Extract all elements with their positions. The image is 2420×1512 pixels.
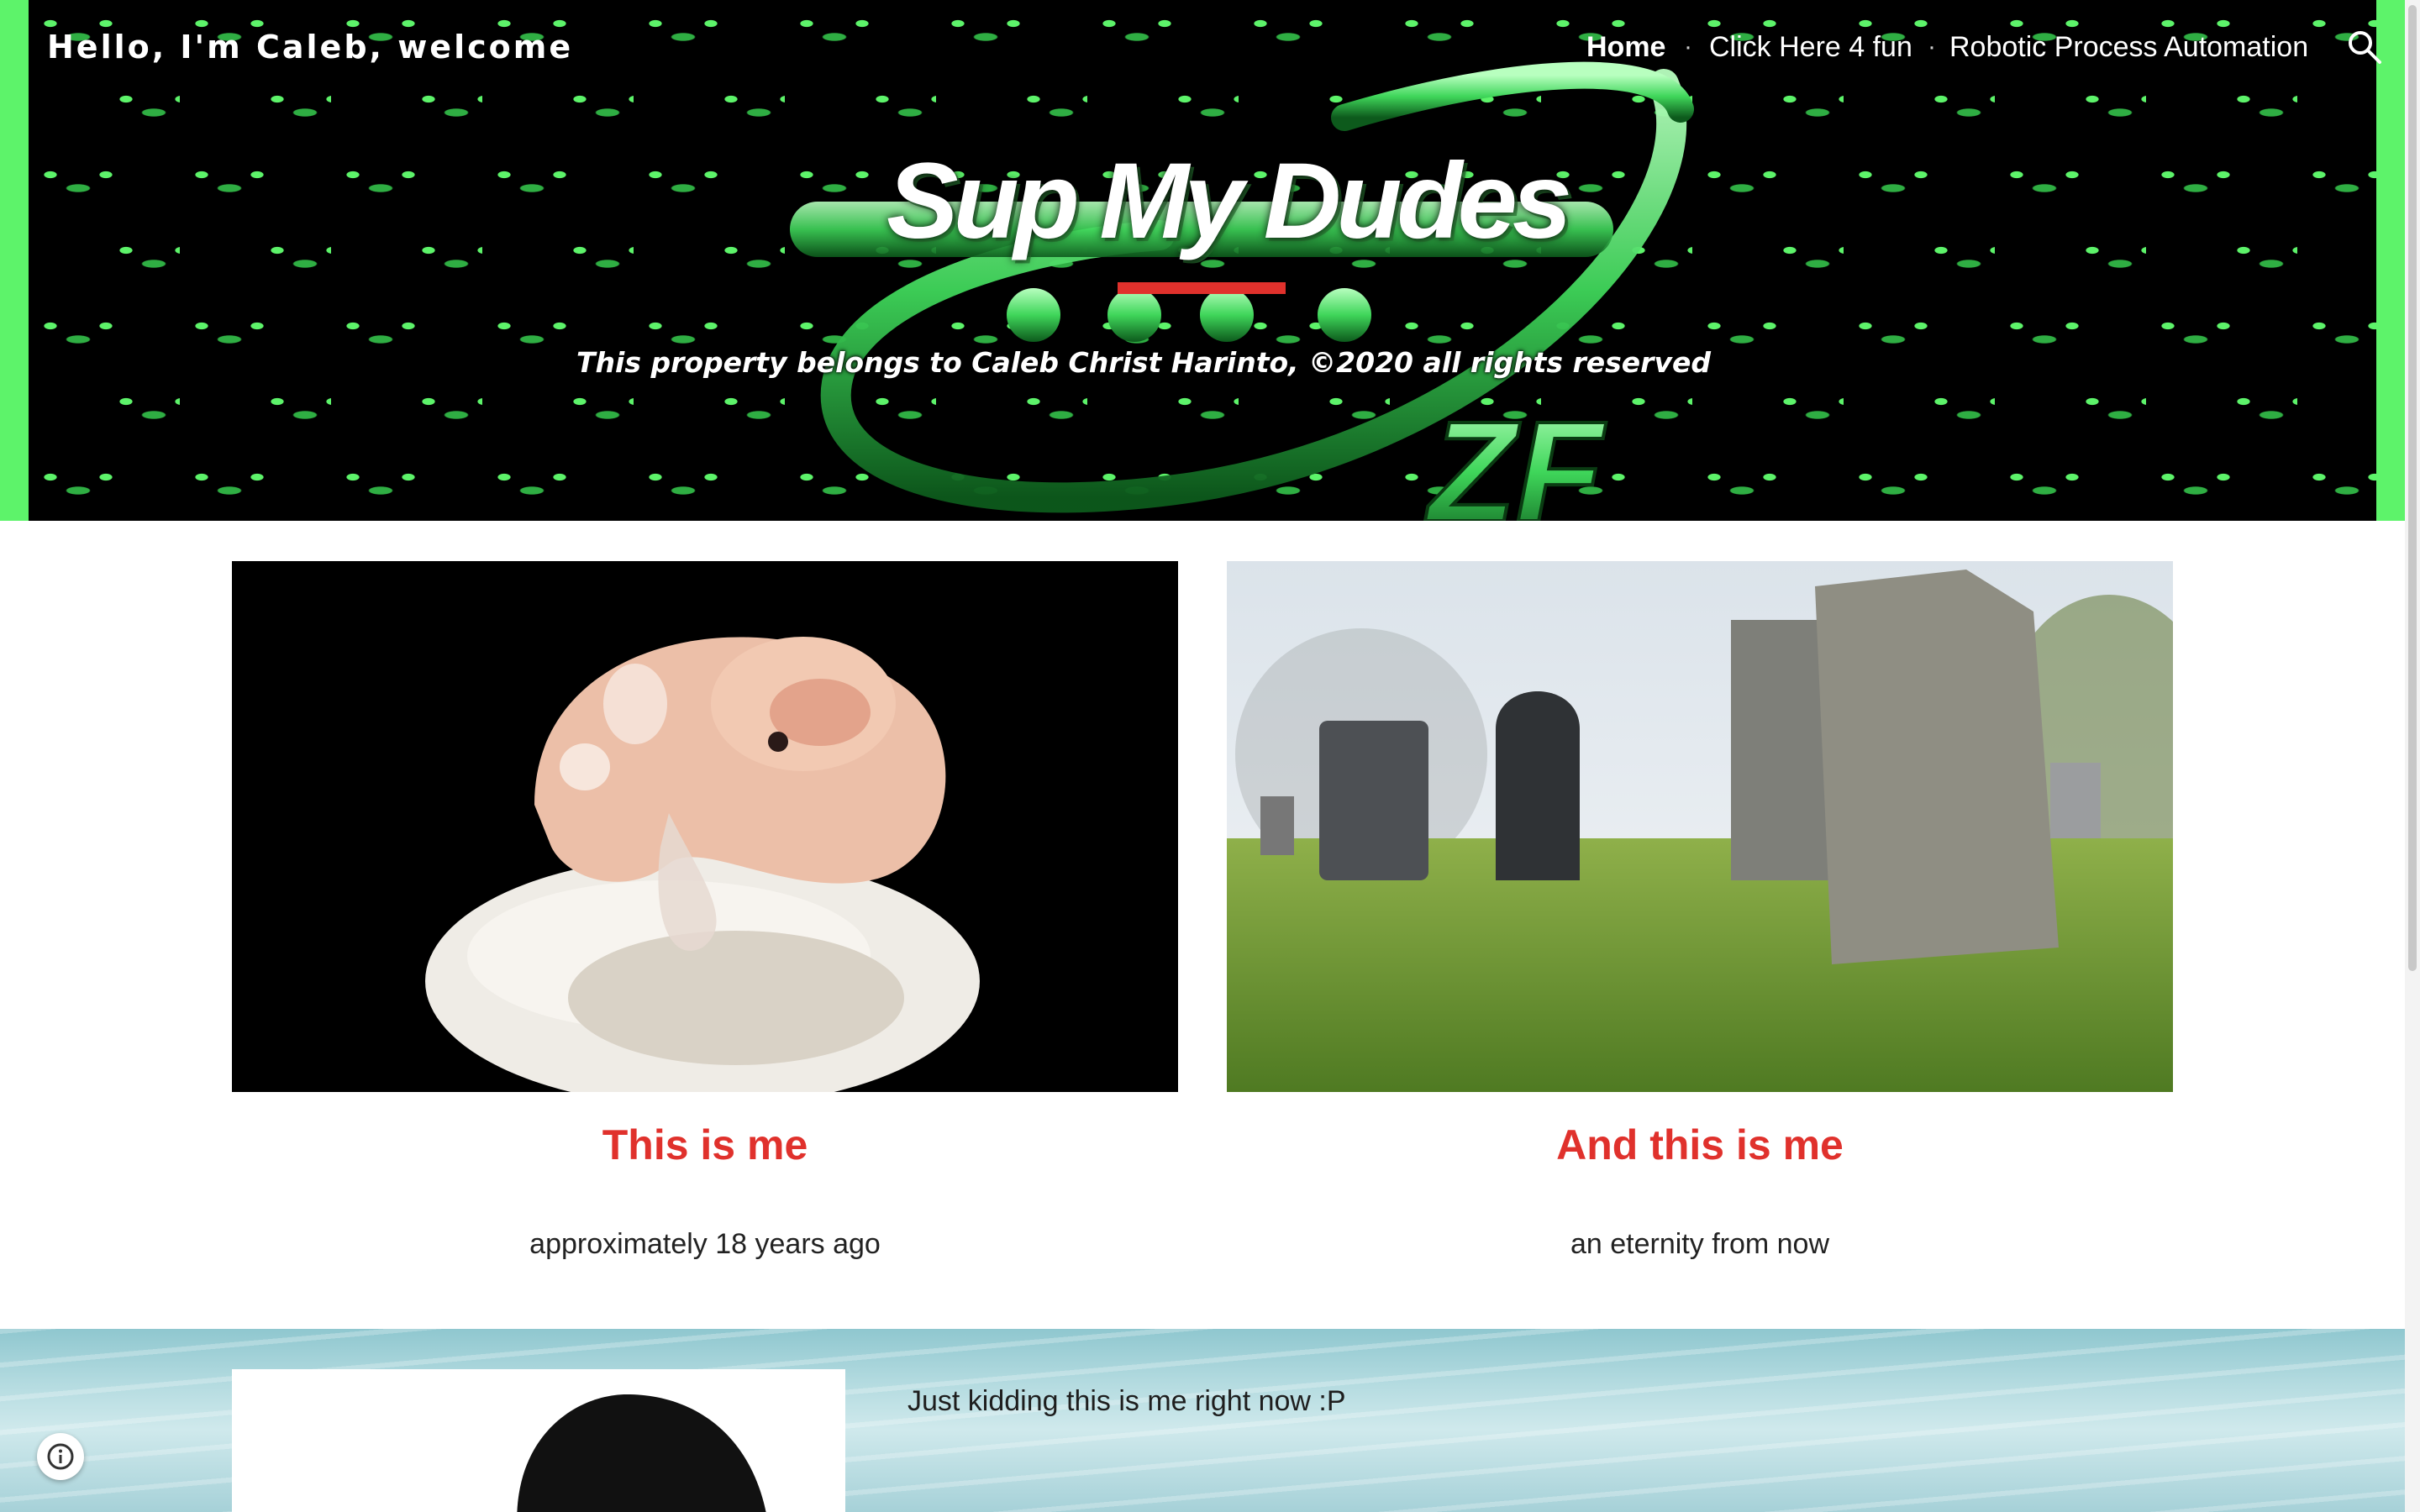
card-heading-1: This is me: [602, 1121, 808, 1168]
info-icon: [47, 1443, 74, 1470]
nav-item-click-here[interactable]: Click Here 4 fun: [1709, 25, 1912, 69]
nav-item-rpa[interactable]: Robotic Process Automation: [1949, 25, 2308, 69]
embryo-photo: [232, 561, 1178, 1092]
banner-edge-right: [2376, 0, 2405, 521]
graveyard-photo: [1227, 561, 2173, 1092]
scrollbar-thumb[interactable]: [2408, 5, 2417, 971]
nav-separator: ·: [1928, 33, 1936, 60]
hero-title: Sup My Dudes: [886, 141, 1572, 261]
lower-text: Just kidding this is me right now :P: [908, 1385, 1346, 1417]
card-caption-2: an eternity from now: [1570, 1228, 1830, 1260]
card-heading-2: And this is me: [1556, 1121, 1844, 1168]
hero-divider: [1118, 282, 1286, 294]
portrait-photo: [232, 1369, 845, 1512]
lower-section: Just kidding this is me right now :P: [0, 1329, 2405, 1512]
hero-subtitle: This property belongs to Caleb Christ Ha…: [576, 346, 1711, 379]
search-icon[interactable]: [2346, 29, 2383, 66]
top-nav: Home · Click Here 4 fun · Robotic Proces…: [0, 25, 2420, 69]
nav-item-home[interactable]: Home: [1586, 25, 1665, 69]
banner-logo: ZF: [790, 61, 1694, 521]
card-caption-1: approximately 18 years ago: [529, 1228, 881, 1260]
banner-edge-left: [0, 0, 29, 521]
nav-separator: ·: [1684, 33, 1692, 60]
header-banner: ZF Hello, I'm Caleb, welcome Home · Clic…: [0, 0, 2420, 521]
site-info-button[interactable]: [37, 1433, 84, 1480]
banner-logo-text: ZF: [1425, 392, 1607, 521]
